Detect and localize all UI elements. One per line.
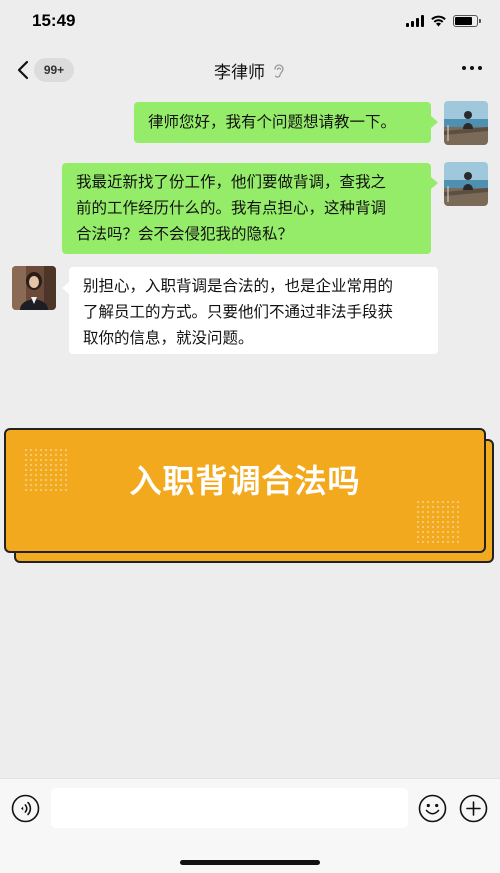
banner-title: 入职背调合法吗 <box>129 462 361 500</box>
title-banner: 入职背调合法吗 <box>4 428 486 553</box>
emoji-icon[interactable] <box>418 794 447 823</box>
message-text-line: 取你的信息，就没问题。 <box>83 329 254 347</box>
message-text-line: 我最近新找了份工作，他们要做背调，查我之 <box>76 173 387 191</box>
home-indicator[interactable] <box>180 860 320 865</box>
message-text-line: 别担心，入职背调是合法的，也是企业常用的 <box>83 277 394 295</box>
plus-circle-icon[interactable] <box>459 794 488 823</box>
bubble-tail <box>431 116 438 128</box>
status-bar: 15:49 <box>0 0 500 44</box>
chat-header: 99+ 李律师 <box>0 50 500 90</box>
voice-icon[interactable] <box>11 794 40 823</box>
wifi-icon <box>431 15 446 27</box>
message-bubble-sent[interactable]: 我最近新找了份工作，他们要做背调，查我之 前的工作经历什么的。我有点担心，这种背… <box>62 163 431 254</box>
lawyer-avatar[interactable] <box>12 266 56 310</box>
chat-input-bar <box>0 778 500 873</box>
user-avatar-seaside[interactable] <box>444 162 488 206</box>
chat-title[interactable]: 李律师 <box>214 63 265 83</box>
message-input[interactable] <box>51 788 408 828</box>
message-bubble-sent[interactable]: 律师您好，我有个问题想请教一下。 <box>134 102 431 143</box>
message-text-line: 合法吗？会不会侵犯我的隐私？ <box>76 225 294 243</box>
dot-pattern-decoration <box>416 500 460 544</box>
more-dots-icon[interactable] <box>462 66 482 70</box>
message-text: 律师您好，我有个问题想请教一下。 <box>148 113 397 131</box>
cellular-signal-icon <box>406 14 424 27</box>
chat-title-wrap: 李律师 <box>0 58 500 83</box>
battery-level <box>455 16 472 25</box>
ear-icon <box>274 63 284 78</box>
bubble-tail <box>431 177 438 189</box>
bubble-tail <box>62 282 69 294</box>
message-text-line: 了解员工的方式。只要他们不通过非法手段获 <box>83 303 394 321</box>
battery-icon <box>453 14 481 27</box>
user-avatar-seaside[interactable] <box>444 101 488 145</box>
status-icons <box>406 14 481 27</box>
message-bubble-received[interactable]: 别担心，入职背调是合法的，也是企业常用的 了解员工的方式。只要他们不通过非法手段… <box>69 267 438 354</box>
message-text-line: 前的工作经历什么的。我有点担心，这种背调 <box>76 199 387 217</box>
status-time: 15:49 <box>32 11 76 30</box>
